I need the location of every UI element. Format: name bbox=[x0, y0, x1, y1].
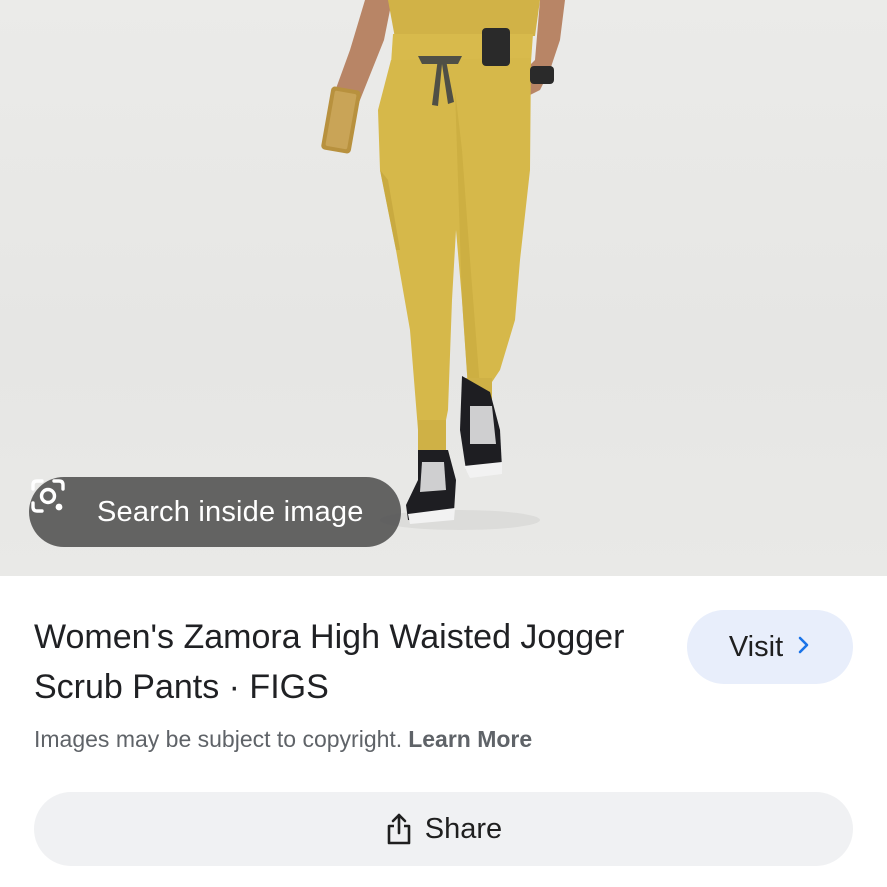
visit-label: Visit bbox=[728, 630, 784, 663]
learn-more-link[interactable]: Learn More bbox=[408, 726, 532, 752]
copyright-notice: Images may be subject to copyright. Learn… bbox=[34, 726, 532, 753]
copyright-text: Images may be subject to copyright. bbox=[34, 726, 403, 752]
visit-button[interactable]: Visit bbox=[687, 610, 853, 684]
result-title[interactable]: Women's Zamora High Waisted Jogger Scrub… bbox=[34, 612, 634, 712]
search-inside-image-label: Search inside image bbox=[97, 495, 364, 528]
share-button[interactable]: Share bbox=[34, 792, 853, 866]
chevron-right-icon bbox=[797, 635, 811, 660]
share-label: Share bbox=[424, 812, 503, 845]
google-lens-icon bbox=[31, 479, 85, 532]
search-inside-image-button[interactable]: Search inside image bbox=[29, 477, 401, 547]
product-image[interactable]: Search inside image bbox=[0, 0, 887, 576]
image-result-screen: Search inside image Women's Zamora High … bbox=[0, 0, 887, 887]
share-icon bbox=[385, 812, 413, 846]
